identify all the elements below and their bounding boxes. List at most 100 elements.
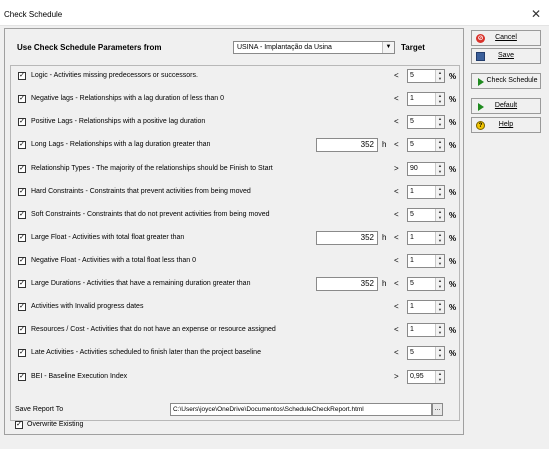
- close-icon[interactable]: ✕: [531, 7, 541, 21]
- combo-value: USINA - Implantação da Usina: [237, 44, 332, 51]
- check-row-description: Positive Lags - Relationships with a pos…: [31, 118, 206, 125]
- cancel-button-label: Cancel: [495, 34, 517, 41]
- check-row-checkbox[interactable]: ✓: [18, 373, 26, 381]
- target-value: 1: [410, 326, 414, 333]
- parameters-source-combo[interactable]: USINA - Implantação da Usina ▼: [233, 41, 395, 54]
- check-row-description: Negative Float - Activities with a total…: [31, 257, 196, 264]
- stepper-down-icon[interactable]: ▼: [436, 377, 444, 383]
- default-button[interactable]: Default: [471, 98, 541, 114]
- stepper-down-icon[interactable]: ▼: [436, 215, 444, 221]
- check-row-checkbox[interactable]: ✓: [18, 326, 26, 334]
- target-value: 5: [410, 280, 414, 287]
- threshold-hours-input[interactable]: 352: [316, 138, 378, 152]
- stepper-down-icon[interactable]: ▼: [436, 284, 444, 290]
- report-path-field[interactable]: C:\Users\joyce\OneDrive\Documentos\Sched…: [170, 403, 432, 416]
- check-row-checkbox[interactable]: ✓: [18, 118, 26, 126]
- stepper-down-icon[interactable]: ▼: [436, 145, 444, 151]
- check-row-checkbox[interactable]: ✓: [18, 234, 26, 242]
- check-row: ✓ Negative Float - Activities with a tota…: [11, 254, 459, 270]
- stepper-down-icon[interactable]: ▼: [436, 261, 444, 267]
- stepper-buttons: ▲ ▼: [435, 347, 444, 359]
- target-value: 5: [410, 211, 414, 218]
- stepper-buttons: ▲ ▼: [435, 116, 444, 128]
- check-row-checkbox[interactable]: ✓: [18, 141, 26, 149]
- stepper-buttons: ▲ ▼: [435, 209, 444, 221]
- check-schedule-button[interactable]: Check Schedule: [471, 73, 541, 89]
- threshold-hours-input[interactable]: 352: [316, 231, 378, 245]
- stepper-down-icon[interactable]: ▼: [436, 238, 444, 244]
- percent-unit-label: %: [449, 349, 457, 358]
- check-row: ✓ Activities with Invalid progress dates <…: [11, 300, 459, 316]
- percent-unit-label: %: [449, 326, 457, 335]
- stepper-buttons: ▲ ▼: [435, 70, 444, 82]
- stepper-down-icon[interactable]: ▼: [436, 122, 444, 128]
- hours-unit-label: h: [382, 233, 387, 242]
- check-row: ✓ Logic - Activities missing predecessors…: [11, 69, 459, 85]
- check-row: ✓ Hard Constraints - Constraints that pre…: [11, 185, 459, 201]
- target-value-stepper[interactable]: 5 ▲ ▼: [407, 277, 445, 291]
- stepper-down-icon[interactable]: ▼: [436, 99, 444, 105]
- overwrite-label: Overwrite Existing: [27, 421, 84, 428]
- check-row-description: Large Float - Activities with total floa…: [31, 234, 185, 241]
- stepper-buttons: ▲ ▼: [435, 93, 444, 105]
- overwrite-checkbox[interactable]: ✓: [15, 421, 23, 429]
- save-button-label: Save: [498, 52, 514, 59]
- percent-unit-label: %: [449, 118, 457, 127]
- target-value: 1: [410, 234, 414, 241]
- target-value-stepper[interactable]: 1 ▲ ▼: [407, 300, 445, 314]
- check-row-checkbox[interactable]: ✓: [18, 303, 26, 311]
- target-value-stepper[interactable]: 5 ▲ ▼: [407, 115, 445, 129]
- target-value: 0,95: [410, 373, 424, 380]
- check-row-checkbox[interactable]: ✓: [18, 165, 26, 173]
- check-row: ✓ Resources / Cost - Activities that do n…: [11, 323, 459, 339]
- check-row-checkbox[interactable]: ✓: [18, 72, 26, 80]
- stepper-down-icon[interactable]: ▼: [436, 353, 444, 359]
- target-value: 5: [410, 141, 414, 148]
- comparison-operator: <: [394, 71, 399, 80]
- check-row-description: Late Activities - Activities scheduled t…: [31, 349, 261, 356]
- stepper-down-icon[interactable]: ▼: [436, 192, 444, 198]
- stepper-buttons: ▲ ▼: [435, 232, 444, 244]
- target-value-stepper[interactable]: 1 ▲ ▼: [407, 231, 445, 245]
- comparison-operator: <: [394, 140, 399, 149]
- check-row-description: Large Durations - Activities that have a…: [31, 280, 251, 287]
- target-value: 5: [410, 118, 414, 125]
- stepper-down-icon[interactable]: ▼: [436, 307, 444, 313]
- target-value-stepper[interactable]: 1 ▲ ▼: [407, 185, 445, 199]
- check-row-checkbox[interactable]: ✓: [18, 257, 26, 265]
- target-value-stepper[interactable]: 5 ▲ ▼: [407, 208, 445, 222]
- check-row: ✓ BEI - Baseline Execution Index >0,95 ▲ ▼: [11, 370, 459, 386]
- target-value-stepper[interactable]: 5 ▲ ▼: [407, 69, 445, 83]
- check-row-description: Resources / Cost - Activities that do no…: [31, 326, 276, 333]
- browse-button[interactable]: ...: [432, 403, 443, 416]
- threshold-hours-input[interactable]: 352: [316, 277, 378, 291]
- target-value-stepper[interactable]: 5 ▲ ▼: [407, 346, 445, 360]
- cancel-button[interactable]: ⊘ Cancel: [471, 30, 541, 46]
- stepper-down-icon[interactable]: ▼: [436, 330, 444, 336]
- stepper-down-icon[interactable]: ▼: [436, 76, 444, 82]
- check-row: ✓ Large Durations - Activities that have …: [11, 277, 459, 293]
- target-value-stepper[interactable]: 5 ▲ ▼: [407, 138, 445, 152]
- target-value-stepper[interactable]: 1 ▲ ▼: [407, 323, 445, 337]
- save-button[interactable]: Save: [471, 48, 541, 64]
- comparison-operator: >: [394, 372, 399, 381]
- check-row-checkbox[interactable]: ✓: [18, 211, 26, 219]
- comparison-operator: <: [394, 325, 399, 334]
- chevron-down-icon[interactable]: ▼: [382, 42, 394, 53]
- help-button[interactable]: ? Help: [471, 117, 541, 133]
- comparison-operator: <: [394, 94, 399, 103]
- target-value-stepper[interactable]: 1 ▲ ▼: [407, 92, 445, 106]
- target-value-stepper[interactable]: 0,95 ▲ ▼: [407, 370, 445, 384]
- check-row-checkbox[interactable]: ✓: [18, 349, 26, 357]
- stepper-buttons: ▲ ▼: [435, 301, 444, 313]
- target-value-stepper[interactable]: 90 ▲ ▼: [407, 162, 445, 176]
- check-row-checkbox[interactable]: ✓: [18, 188, 26, 196]
- percent-unit-label: %: [449, 72, 457, 81]
- target-value-stepper[interactable]: 1 ▲ ▼: [407, 254, 445, 268]
- stepper-buttons: ▲ ▼: [435, 278, 444, 290]
- check-row-checkbox[interactable]: ✓: [18, 95, 26, 103]
- check-row-checkbox[interactable]: ✓: [18, 280, 26, 288]
- comparison-operator: <: [394, 348, 399, 357]
- check-row-description: Long Lags - Relationships with a lag dur…: [31, 141, 211, 148]
- stepper-down-icon[interactable]: ▼: [436, 169, 444, 175]
